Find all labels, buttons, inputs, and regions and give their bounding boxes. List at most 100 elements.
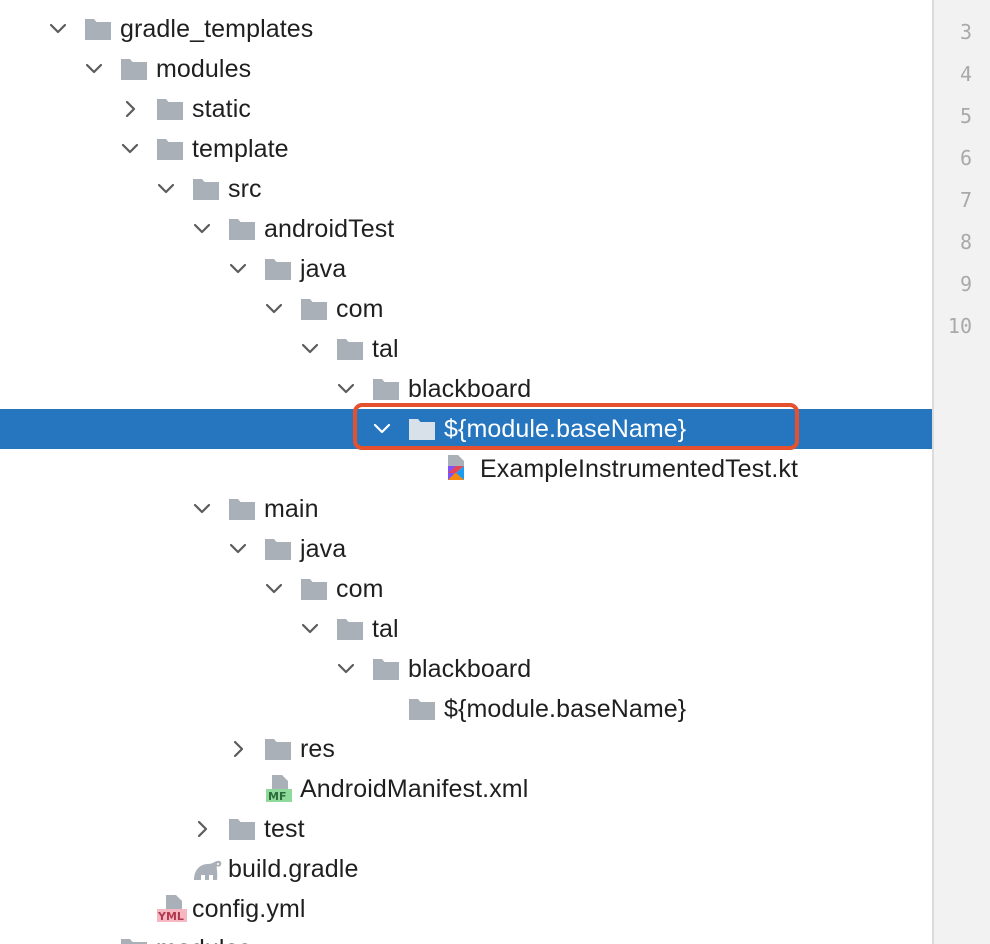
folder-icon (300, 296, 328, 322)
tree-node-label: src (228, 175, 262, 203)
tree-node-com[interactable]: com (0, 569, 932, 609)
tree-node-java[interactable]: java (0, 529, 932, 569)
tree-node-build-gradle[interactable]: build.gradle (0, 849, 932, 889)
tree-node-label: modules (156, 929, 251, 944)
chevron-right-icon[interactable] (226, 737, 250, 761)
line-number: 4 (959, 62, 972, 86)
chevron-down-icon[interactable] (154, 177, 178, 201)
manifest-file-icon: MF (264, 774, 292, 803)
folder-icon (156, 136, 184, 162)
tree-node-java[interactable]: java (0, 249, 932, 289)
tree-node-androidtest[interactable]: androidTest (0, 209, 932, 249)
folder-icon (228, 496, 256, 522)
chevron-down-icon[interactable] (190, 497, 214, 521)
tree-node-module-basename[interactable]: ${module.baseName} (0, 689, 932, 729)
folder-icon (264, 256, 292, 282)
chevron-down-icon[interactable] (334, 377, 358, 401)
tree-node-config-yml[interactable]: YML config.yml (0, 889, 932, 929)
project-tree: gradle_templates modules static template src… (0, 0, 932, 944)
tree-node-tal[interactable]: tal (0, 329, 932, 369)
tree-node-static[interactable]: static (0, 89, 932, 129)
tree-node-label: blackboard (408, 375, 532, 403)
tree-node-label: tal (372, 615, 399, 643)
line-number: 10 (947, 314, 972, 338)
tree-node-label: com (336, 575, 384, 603)
tree-node-tal[interactable]: tal (0, 609, 932, 649)
tree-node-modules-cut[interactable]: modules (0, 929, 932, 944)
tree-node-label: com (336, 295, 384, 323)
tree-node-label: androidTest (264, 215, 395, 243)
gradle-elephant-icon (192, 856, 222, 882)
folder-icon (228, 216, 256, 242)
tree-node-label: build.gradle (228, 855, 359, 883)
tree-node-label: tal (372, 335, 399, 363)
chevron-down-icon[interactable] (118, 137, 142, 161)
tree-node-res[interactable]: res (0, 729, 932, 769)
folder-icon (408, 416, 436, 442)
folder-icon (336, 336, 364, 362)
chevron-down-icon[interactable] (226, 537, 250, 561)
tree-node-label: res (300, 735, 336, 763)
chevron-down-icon[interactable] (190, 217, 214, 241)
chevron-down-icon[interactable] (370, 417, 394, 441)
folder-icon (192, 176, 220, 202)
line-number: 3 (959, 20, 972, 44)
tree-node-label: ExampleInstrumentedTest.kt (480, 455, 799, 483)
line-number: 8 (959, 230, 972, 254)
chevron-down-icon[interactable] (262, 297, 286, 321)
tree-node-label: blackboard (408, 655, 532, 683)
chevron-down-icon[interactable] (82, 57, 106, 81)
folder-icon (120, 56, 148, 82)
chevron-down-icon[interactable] (226, 257, 250, 281)
chevron-right-icon[interactable] (118, 97, 142, 121)
folder-icon (408, 696, 436, 722)
tree-node-label: test (264, 815, 305, 843)
chevron-down-icon[interactable] (298, 617, 322, 641)
tree-node-template[interactable]: template (0, 129, 932, 169)
line-number: 6 (959, 146, 972, 170)
folder-icon (264, 536, 292, 562)
folder-icon (300, 576, 328, 602)
svg-text:MF: MF (268, 790, 286, 803)
tree-node-label: config.yml (192, 895, 306, 923)
folder-icon (228, 816, 256, 842)
tree-node-modules[interactable]: modules (0, 49, 932, 89)
tree-node-androidmanifest[interactable]: MF AndroidManifest.xml (0, 769, 932, 809)
tree-node-label: template (192, 135, 289, 163)
line-number: 5 (959, 104, 972, 128)
tree-node-module-basename[interactable]: ${module.baseName} (0, 409, 932, 449)
folder-icon (84, 16, 112, 42)
yml-file-icon: YML (156, 894, 187, 923)
chevron-right-icon[interactable] (190, 817, 214, 841)
tree-node-com[interactable]: com (0, 289, 932, 329)
tree-node-label: java (300, 255, 347, 283)
folder-icon (264, 736, 292, 762)
kotlin-file-icon (444, 454, 472, 480)
folder-icon (156, 96, 184, 122)
tree-node-label: ${module.baseName} (444, 415, 687, 443)
chevron-down-icon[interactable] (46, 17, 70, 41)
tree-node-src[interactable]: src (0, 169, 932, 209)
tree-node-main[interactable]: main (0, 489, 932, 529)
tree-node-label: ${module.baseName} (444, 695, 687, 723)
line-number-gutter: 3 4 5 6 7 8 9 10 (932, 0, 990, 944)
line-number: 9 (959, 272, 972, 296)
tree-node-test[interactable]: test (0, 809, 932, 849)
tree-node-exampleinstrumentedtest[interactable]: ExampleInstrumentedTest.kt (0, 449, 932, 489)
folder-icon (336, 616, 364, 642)
folder-icon (120, 936, 148, 944)
tree-node-gradle-templates[interactable]: gradle_templates (0, 9, 932, 49)
tree-node-label: java (300, 535, 347, 563)
tree-node-label: main (264, 495, 319, 523)
chevron-down-icon[interactable] (262, 577, 286, 601)
tree-node-blackboard[interactable]: blackboard (0, 649, 932, 689)
tree-node-blackboard[interactable]: blackboard (0, 369, 932, 409)
folder-icon (372, 656, 400, 682)
chevron-down-icon[interactable] (334, 657, 358, 681)
tree-node-label: static (192, 95, 251, 123)
folder-icon (372, 376, 400, 402)
tree-node-label: AndroidManifest.xml (300, 775, 529, 803)
svg-text:YML: YML (157, 910, 184, 923)
chevron-down-icon[interactable] (298, 337, 322, 361)
line-number: 7 (959, 188, 972, 212)
